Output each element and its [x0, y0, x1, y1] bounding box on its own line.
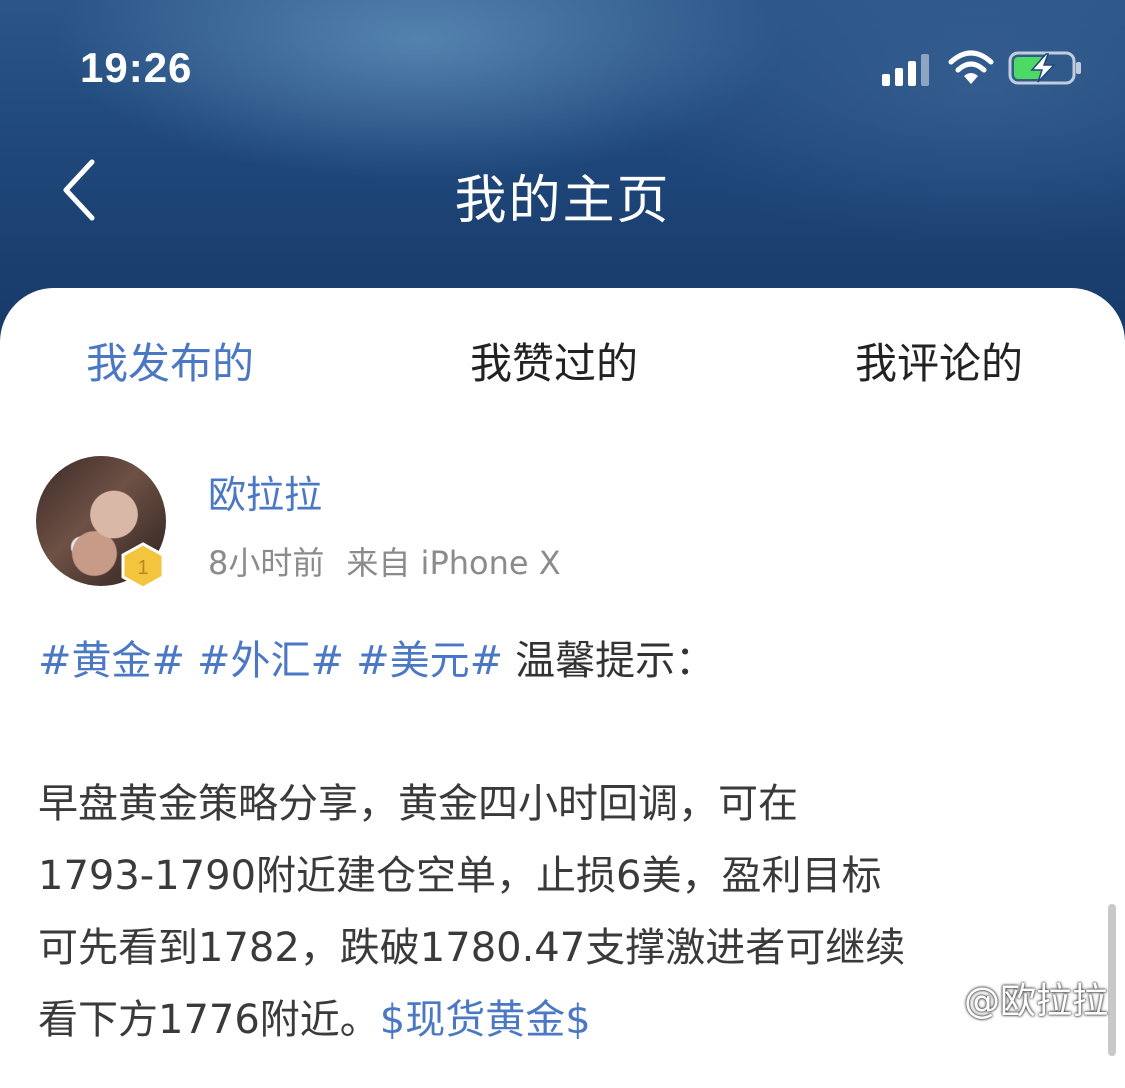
tab-my-posts[interactable]: 我发布的	[86, 330, 254, 391]
post-source: 来自 iPhone X	[346, 544, 561, 582]
tab-my-likes[interactable]: 我赞过的	[470, 330, 638, 391]
status-time: 19:26	[80, 44, 193, 91]
tab-my-comments[interactable]: 我评论的	[855, 330, 1023, 391]
watermark-text: @欧拉拉	[964, 981, 1109, 1022]
topic-tag[interactable]: #黄金#	[38, 638, 185, 684]
svg-text:1: 1	[137, 557, 148, 579]
post-tags-line: #黄金# #外汇# #美元# 温馨提示：	[38, 628, 715, 686]
post-line: 可先看到1782，跌破1780.47支撑激进者可继续	[38, 925, 906, 971]
wifi-icon	[948, 50, 994, 84]
post-line-text: 看下方1776附近。	[38, 997, 380, 1043]
post-line: 1793-1790附近建仓空单，止损6美，盈利目标	[38, 853, 882, 899]
weibo-logo-icon	[928, 985, 959, 1011]
post-line: 早盘黄金策略分享，黄金四小时回调，可在	[38, 781, 798, 827]
topic-tag[interactable]: #外汇#	[197, 638, 344, 684]
watermark: @欧拉拉	[928, 972, 1108, 1024]
author-name[interactable]: 欧拉拉	[208, 464, 322, 519]
post-body: 早盘黄金策略分享，黄金四小时回调，可在 1793-1790附近建仓空单，止损6美…	[38, 768, 1078, 1056]
stock-link[interactable]: $现货黄金$	[380, 997, 591, 1043]
post-meta: 8小时前 来自 iPhone X	[208, 538, 583, 584]
topic-tag[interactable]: #美元#	[356, 638, 503, 684]
level-badge-icon: 1	[121, 542, 165, 590]
battery-charging-icon	[1008, 51, 1081, 85]
post-line-last: 看下方1776附近。$现货黄金$	[38, 984, 1078, 1056]
signal-icon	[882, 54, 929, 86]
page-title: 我的主页	[454, 171, 671, 231]
scrollbar[interactable]	[1108, 904, 1116, 1056]
post-time: 8小时前	[208, 544, 325, 582]
post-intro: 温馨提示：	[515, 638, 716, 684]
